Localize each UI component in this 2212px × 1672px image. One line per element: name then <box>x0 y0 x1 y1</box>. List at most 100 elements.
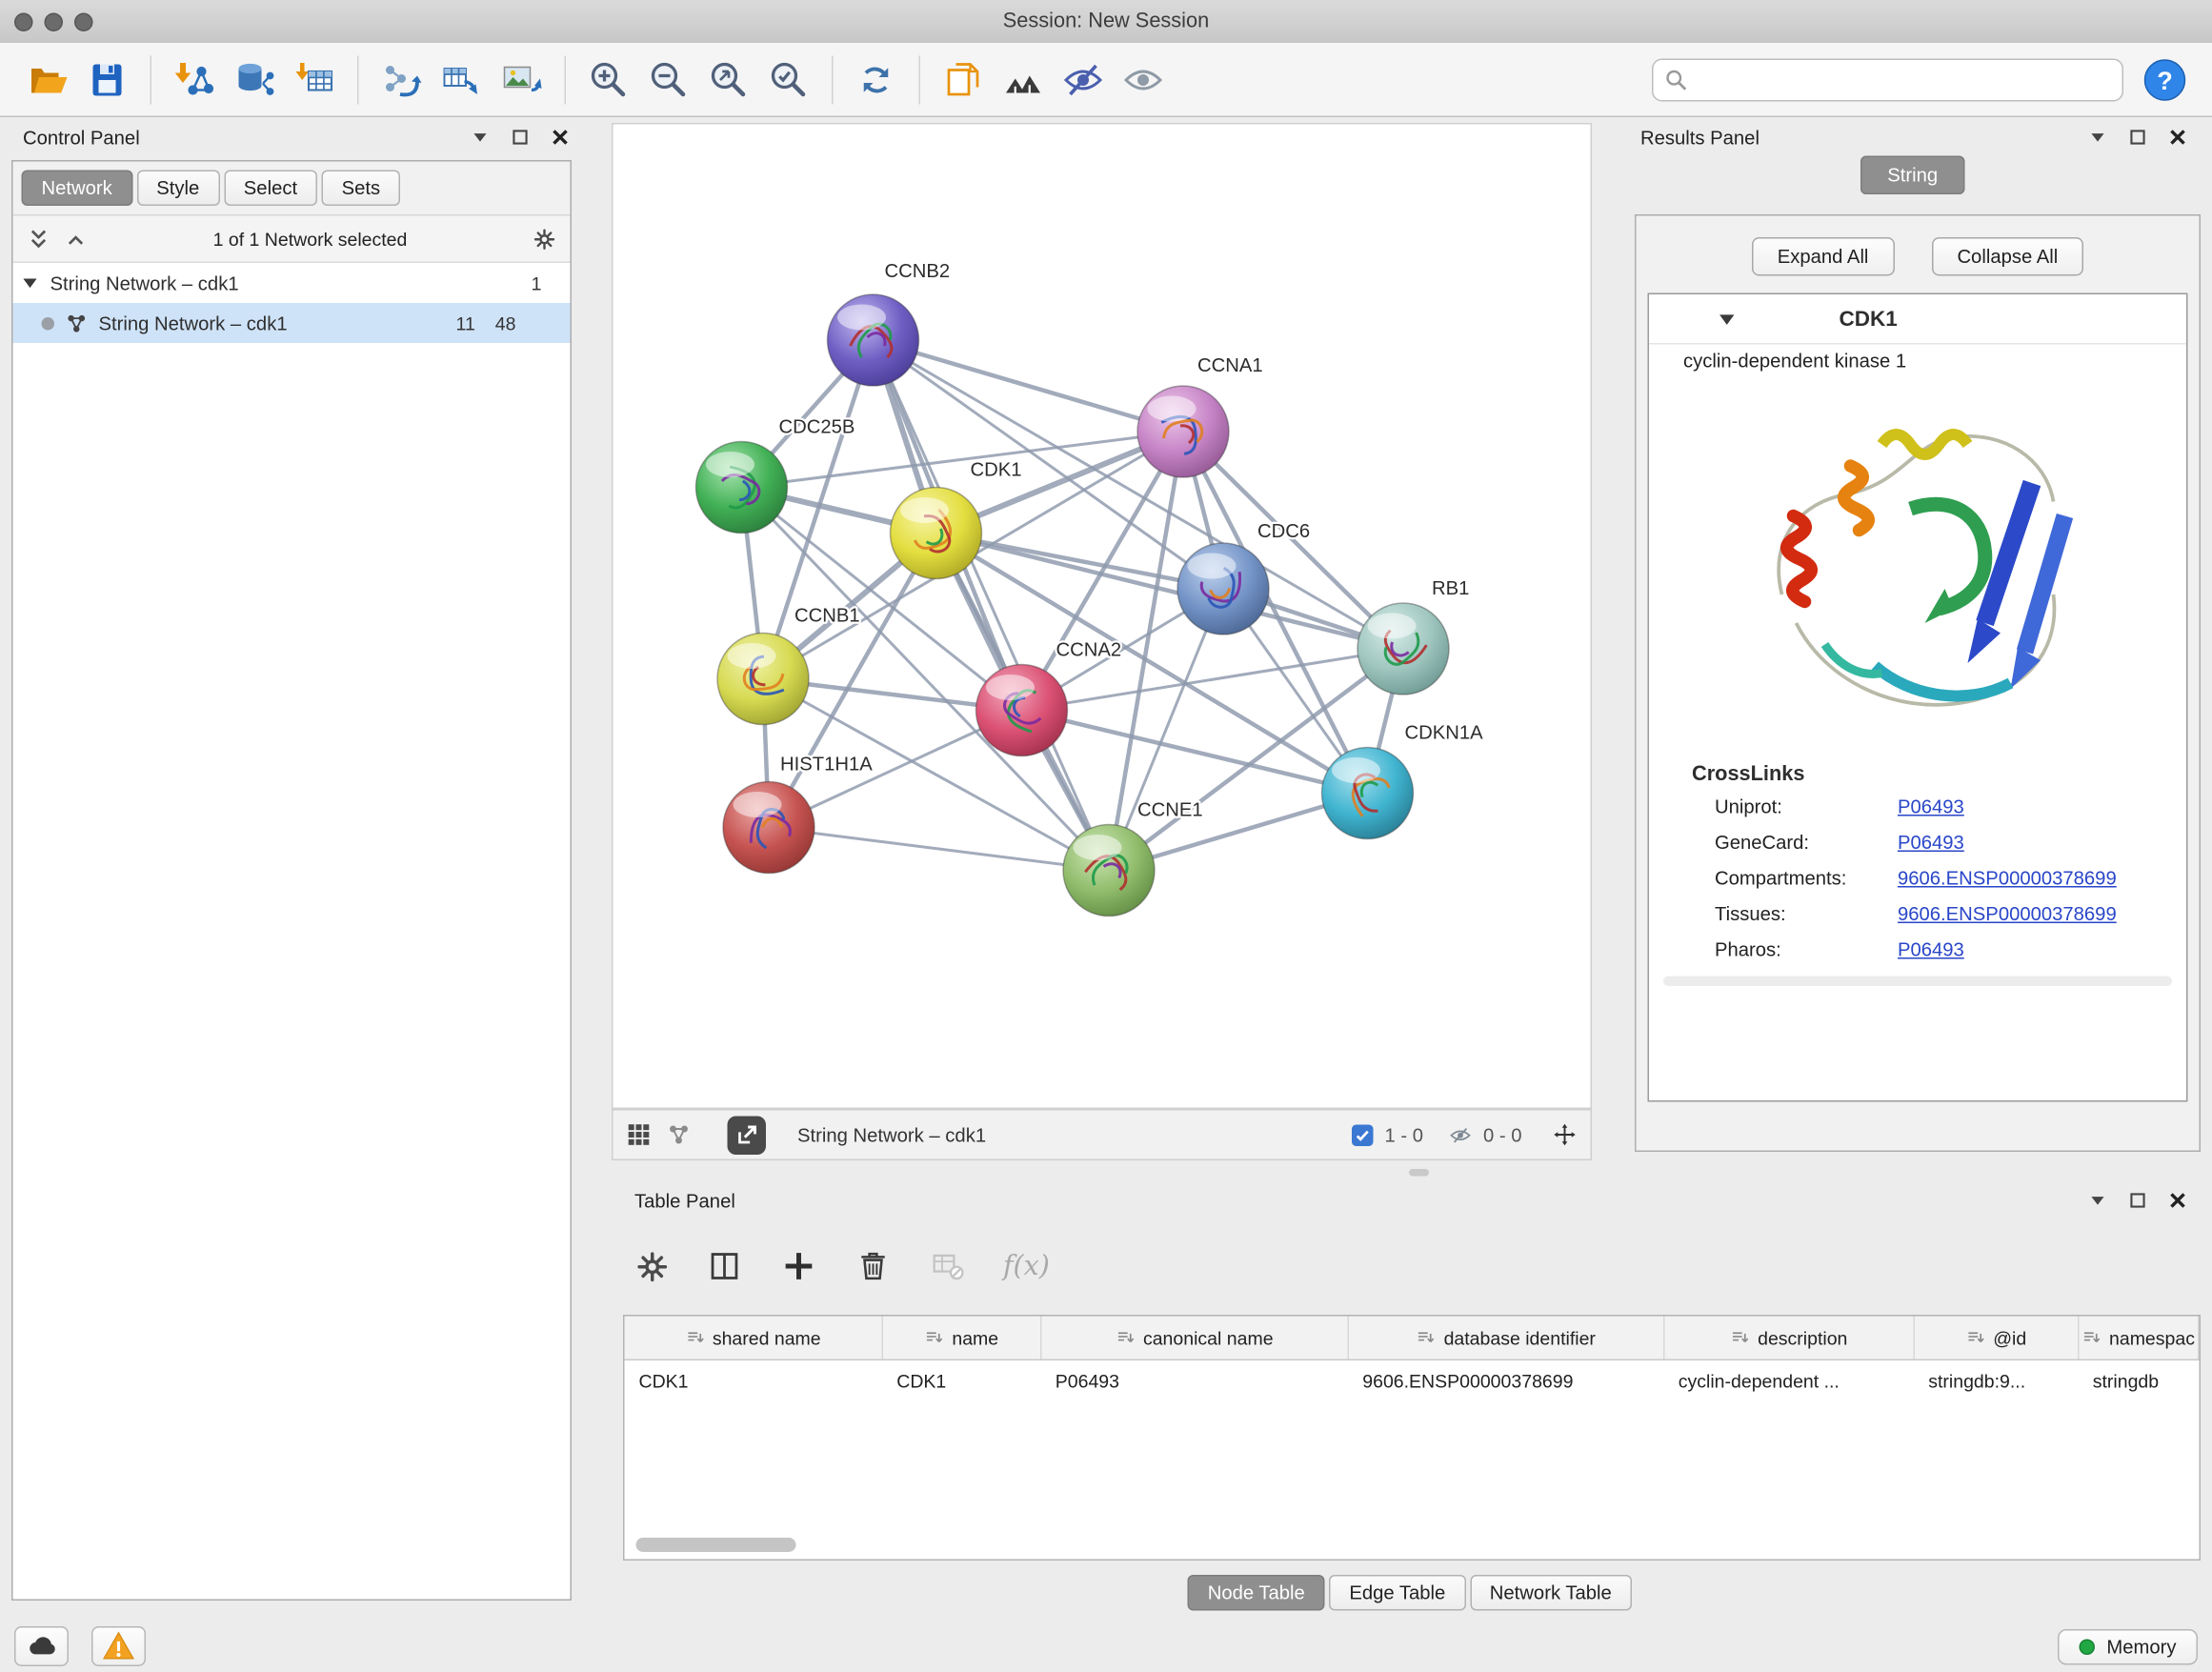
delete-column-icon[interactable] <box>855 1248 892 1285</box>
network-view-bar: String Network – cdk1 1 - 0 0 - 0 <box>612 1109 1592 1160</box>
crosslink-link[interactable]: P06493 <box>1898 939 1964 961</box>
export-image-icon[interactable] <box>492 50 552 110</box>
warning-status-button[interactable] <box>91 1626 146 1666</box>
column-header[interactable]: canonical name <box>1041 1317 1349 1360</box>
network-node[interactable] <box>696 442 788 534</box>
open-session-icon[interactable] <box>17 50 77 110</box>
crosslink-link[interactable]: 9606.ENSP00000378699 <box>1898 903 2117 925</box>
close-panel-icon[interactable] <box>2166 1189 2189 1212</box>
table-gear-icon[interactable] <box>634 1249 669 1283</box>
cloud-status-button[interactable] <box>14 1626 69 1666</box>
network-node[interactable] <box>1137 386 1229 477</box>
gene-card-scrollbar[interactable] <box>1663 977 2172 987</box>
export-table-icon[interactable] <box>432 50 492 110</box>
zoom-fit-icon[interactable] <box>699 50 759 110</box>
network-node[interactable] <box>828 294 919 386</box>
network-edge[interactable] <box>1022 711 1368 794</box>
tab-network-table[interactable]: Network Table <box>1470 1575 1632 1611</box>
column-header[interactable]: database identifier <box>1348 1317 1664 1360</box>
tab-style[interactable]: Style <box>136 171 219 207</box>
table-row[interactable]: CDK1 CDK1 P06493 9606.ENSP00000378699 cy… <box>625 1360 2199 1400</box>
column-header[interactable]: name <box>882 1317 1041 1360</box>
maximize-panel-icon[interactable] <box>2126 1189 2149 1212</box>
crosslink-row: GeneCard:P06493 <box>1649 825 2186 861</box>
tree-expand-icon[interactable] <box>22 274 39 292</box>
maximize-window-button[interactable] <box>74 13 93 32</box>
network-node[interactable] <box>891 488 982 579</box>
expand-all-icon[interactable] <box>65 228 88 251</box>
float-panel-icon[interactable] <box>2086 1189 2109 1212</box>
hidden-eye-icon[interactable] <box>1449 1123 1472 1146</box>
network-canvas[interactable]: CCNB2CCNA1CDC25BCDK1CDC6RB1CCNB1CCNA2CDK… <box>612 123 1592 1109</box>
import-table-file-icon[interactable] <box>285 50 345 110</box>
column-header[interactable]: description <box>1664 1317 1915 1360</box>
float-panel-icon[interactable] <box>2086 126 2109 149</box>
network-edge[interactable] <box>769 828 1109 871</box>
selected-nodes-checkbox[interactable] <box>1352 1124 1374 1146</box>
external-link-button[interactable] <box>728 1116 767 1155</box>
node-label: CDK1 <box>971 460 1022 481</box>
zoom-selected-icon[interactable] <box>759 50 819 110</box>
network-node[interactable] <box>723 782 814 874</box>
column-header[interactable]: @id <box>1914 1317 2079 1360</box>
results-tab-string[interactable]: String <box>1860 156 1965 195</box>
grid-view-icon[interactable] <box>628 1123 651 1146</box>
zoom-in-icon[interactable] <box>579 50 639 110</box>
float-panel-icon[interactable] <box>469 126 492 149</box>
network-node[interactable] <box>717 634 809 725</box>
maximize-panel-icon[interactable] <box>2126 126 2149 149</box>
network-collection-row[interactable]: String Network – cdk1 1 <box>13 263 571 303</box>
network-node[interactable] <box>1177 543 1269 635</box>
crosslink-link[interactable]: P06493 <box>1898 832 1964 854</box>
new-network-from-selection-icon[interactable] <box>372 50 432 110</box>
column-header[interactable]: namespac <box>2079 1317 2199 1360</box>
gear-icon[interactable] <box>533 228 556 251</box>
network-edge[interactable] <box>874 340 1184 432</box>
expand-all-button[interactable]: Expand All <box>1752 237 1895 276</box>
horizontal-scrollbar[interactable] <box>636 1538 796 1552</box>
minimize-window-button[interactable] <box>45 13 64 32</box>
toolbar-search[interactable] <box>1652 58 2123 101</box>
import-network-database-icon[interactable] <box>225 50 285 110</box>
save-session-icon[interactable] <box>77 50 137 110</box>
tab-sets[interactable]: Sets <box>322 171 401 207</box>
tab-edge-table[interactable]: Edge Table <box>1329 1575 1465 1611</box>
collapse-all-button[interactable]: Collapse All <box>1931 237 2083 276</box>
network-graph[interactable]: CCNB2CCNA1CDC25BCDK1CDC6RB1CCNB1CCNA2CDK… <box>613 125 1591 1108</box>
help-icon[interactable]: ? <box>2135 50 2195 110</box>
tab-select[interactable]: Select <box>224 171 317 207</box>
collapse-gene-icon[interactable] <box>1718 310 1737 329</box>
main-toolbar: ? <box>0 43 2212 117</box>
close-window-button[interactable] <box>14 13 33 32</box>
network-node[interactable] <box>1322 748 1414 839</box>
crosslink-link[interactable]: 9606.ENSP00000378699 <box>1898 868 2117 890</box>
show-columns-icon[interactable] <box>706 1248 743 1285</box>
share-network-icon[interactable] <box>668 1123 691 1146</box>
network-row-selected[interactable]: String Network – cdk1 11 48 <box>13 303 571 343</box>
refresh-view-icon[interactable] <box>846 50 906 110</box>
hide-selected-eye-icon[interactable] <box>1054 50 1114 110</box>
show-all-eye-icon[interactable] <box>1114 50 1174 110</box>
column-header[interactable]: shared name <box>625 1317 883 1360</box>
zoom-out-icon[interactable] <box>639 50 699 110</box>
node-table: shared name name canonical name database… <box>623 1315 2201 1561</box>
import-network-file-icon[interactable] <box>165 50 225 110</box>
graphics-details-icon[interactable] <box>994 50 1054 110</box>
network-node[interactable] <box>1357 603 1449 695</box>
pan-crosshair-icon[interactable] <box>1554 1123 1577 1146</box>
maximize-panel-icon[interactable] <box>509 126 532 149</box>
tab-network[interactable]: Network <box>22 171 132 207</box>
network-node[interactable] <box>976 665 1068 756</box>
close-panel-icon[interactable] <box>549 126 572 149</box>
command-snapshot-icon[interactable] <box>934 50 994 110</box>
collapse-all-icon[interactable] <box>28 228 50 251</box>
crosslink-link[interactable]: P06493 <box>1898 796 1964 818</box>
add-column-icon[interactable] <box>780 1248 817 1285</box>
search-input[interactable] <box>1697 68 2111 92</box>
splitter-handle[interactable] <box>1409 1169 1429 1177</box>
network-node[interactable] <box>1063 825 1155 917</box>
tab-node-table[interactable]: Node Table <box>1188 1575 1325 1611</box>
memory-button[interactable]: Memory <box>2058 1628 2198 1664</box>
close-panel-icon[interactable] <box>2166 126 2189 149</box>
network-edge[interactable] <box>874 340 1110 871</box>
